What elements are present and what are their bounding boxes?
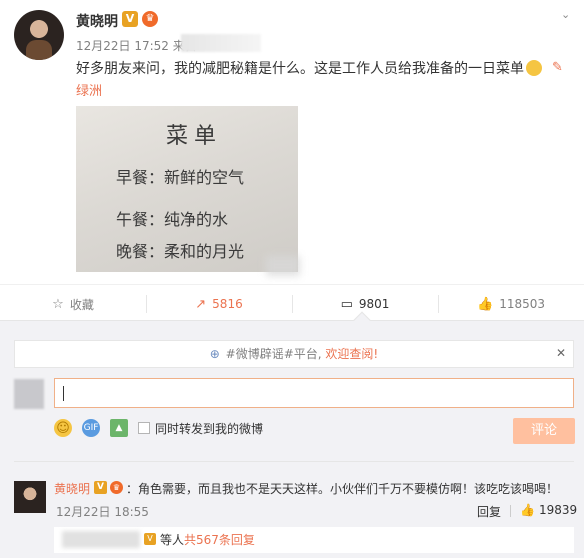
thumbs-up-icon: 👍 [520,503,535,517]
menu-image-breakfast: 早餐：新鲜的空气 [116,168,245,187]
favorite-label: 收藏 [69,297,94,312]
retweet-button[interactable]: ↗ 5816 [146,285,292,323]
comment-action-divider [510,505,511,517]
chevron-down-icon[interactable]: ⌄ [561,8,575,22]
repost-checkbox[interactable] [138,422,150,434]
sub-reply-blur [62,531,140,548]
author-avatar[interactable] [14,10,64,60]
hashtag-icon: ⊕ [209,347,220,361]
verified-icon: V [144,533,156,545]
panel-divider [14,461,574,462]
retweet-icon: ↗ [195,296,207,312]
emoji-icon[interactable]: ☺ [54,419,72,437]
comment-time: 12月22日 18:55 [56,505,149,519]
sub-reply-bar[interactable]: V 等人共567条回复 [54,527,574,553]
retweet-count: 5816 [212,297,243,311]
link-icon[interactable]: ✎ [552,60,563,75]
comment-like-button[interactable]: 👍 19839 [520,503,577,517]
comment-tools: ☺ GIF ▲ 同时转发到我的微博 [54,417,263,439]
like-button[interactable]: 👍 118503 [438,285,584,323]
laugh-emoji-icon [526,60,542,76]
location-label: 绿洲 [76,84,103,99]
comment-like-count: 19839 [538,503,578,517]
menu-image-lunch: 午餐：纯净的水 [116,210,229,229]
favorite-button[interactable]: ☆ 收藏 [0,285,146,323]
reply-button[interactable]: 回复 [477,503,501,520]
gif-icon[interactable]: GIF [82,419,100,437]
post-text: 好多朋友来问，我的减肥秘籍是什么。这是工作人员给我准备的一日菜单 [76,58,542,78]
action-bar: ☆ 收藏 ↗ 5816 ▭ 9801 👍 118503 [0,284,584,322]
sub-reply-link[interactable]: 共567条回复 [184,533,255,547]
star-icon: ☆ [52,296,64,312]
close-icon[interactable]: ✕ [556,346,566,360]
image-icon[interactable]: ▲ [110,419,128,437]
menu-image[interactable]: 菜单 早餐：新鲜的空气 午餐：纯净的水 晚餐：柔和的月光 [76,106,298,272]
rumor-notice: ⊕ #微博辟谣#平台, 欢迎查阅! [14,340,574,368]
menu-image-title: 菜单 [166,124,223,149]
thumbs-up-icon: 👍 [477,296,494,312]
commenter-avatar[interactable] [14,481,46,513]
post-text-content: 好多朋友来问，我的减肥秘籍是什么。这是工作人员给我准备的一日菜单 [76,61,524,77]
comment-text: ：角色需要，而且我也不是天天这样。小伙伴们千万不要模仿啊！该吃吃该喝喝！ [126,482,559,496]
my-avatar [14,379,44,409]
sub-reply-prefix: 等人 [160,533,185,547]
comment-count: 9801 [358,297,390,311]
verified-icon[interactable]: V [122,11,138,27]
notice-link[interactable]: 欢迎查阅! [325,347,378,361]
comment-icon: ▭ [340,296,353,312]
repost-label[interactable]: 同时转发到我的微博 [155,420,263,437]
like-count: 118503 [499,297,545,311]
comment-panel: ⊕ #微博辟谣#平台, 欢迎查阅! ✕ ☺ GIF ▲ 同时转发到我的微博 评论… [0,320,584,558]
post-time[interactable]: 12月22日 17:52 来自 [76,37,197,54]
submit-comment-button[interactable]: 评论 [513,418,575,444]
sub-reply-text: 等人共567条回复 [160,531,255,548]
vip-crown-icon[interactable]: ♛ [142,11,158,27]
author-name[interactable]: 黄晓明 [76,11,118,31]
vip-crown-icon: ♛ [110,481,123,494]
notice-text: #微博辟谣#平台, [225,347,322,361]
menu-image-dinner: 晚餐：柔和的月光 [116,242,245,261]
comment-input[interactable] [54,378,574,408]
weibo-post: 黄晓明 V ♛ ⌄ 12月22日 17:52 来自 好多朋友来问，我的减肥秘籍是… [0,0,584,284]
location-tag[interactable]: 绿洲 [76,80,102,99]
image-blur [266,256,300,276]
verified-icon: V [94,481,107,494]
commenter-name[interactable]: 黄晓明 [54,480,90,497]
source-blur [181,34,261,52]
